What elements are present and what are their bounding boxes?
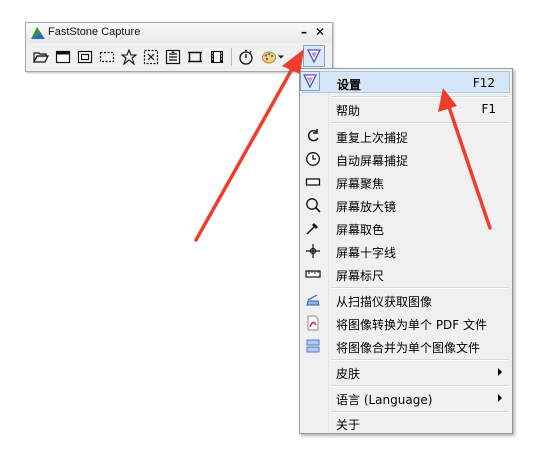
magnifier-icon: [305, 197, 321, 213]
menu-item-label: 屏幕聚焦: [336, 177, 385, 191]
menu-item-combine-images[interactable]: 将图像合并为单个图像文件: [302, 335, 510, 357]
capture-scrolling-window-icon: [165, 49, 181, 65]
toolbar-separator: [231, 48, 232, 66]
menu-item-label: 重复上次捕捉: [336, 131, 409, 145]
capture-active-window-button[interactable]: [52, 46, 74, 68]
combine-icon: [305, 338, 321, 354]
open-folder-button[interactable]: [30, 46, 52, 68]
title-bar[interactable]: FastStone Capture – ✕: [26, 23, 332, 43]
submenu-arrow-icon: [498, 368, 502, 376]
menu-item-screen-ruler[interactable]: 屏幕标尺: [302, 263, 510, 285]
menu-item-shortcut: F1: [481, 102, 496, 116]
menu-item-color-picker[interactable]: 屏幕取色: [302, 217, 510, 239]
settings-menu-button[interactable]: [303, 45, 325, 67]
menu-item-auto-capture[interactable]: 自动屏幕捕捉: [302, 148, 510, 170]
menu-item-label: 将图像转换为单个 PDF 文件: [336, 318, 488, 332]
settings-context-menu: 设置 F12 帮助 F1 重复上次捕捉 自动屏幕捕捉 屏幕聚焦 屏幕放大镜 屏幕…: [299, 68, 513, 434]
output-palette-icon: [261, 51, 276, 64]
menu-item-label: 将图像合并为单个图像文件: [336, 341, 481, 355]
chevron-down-icon: [277, 55, 284, 59]
capture-fixed-region-icon: [188, 51, 202, 63]
capture-window-object-icon: [77, 50, 93, 64]
capture-rectangle-icon: [99, 51, 115, 63]
menu-item-screen-magnifier[interactable]: 屏幕放大镜: [302, 194, 510, 216]
screen-recorder-icon: [211, 51, 223, 63]
capture-active-window-icon: [55, 50, 71, 64]
clock-icon: [305, 151, 321, 167]
screen-recorder-button[interactable]: [206, 46, 228, 68]
capture-freehand-icon: [121, 49, 137, 65]
menu-item-label: 设置: [337, 78, 362, 92]
window-title: FastStone Capture: [48, 26, 141, 38]
faststone-toolbar-window: FastStone Capture – ✕: [25, 22, 333, 72]
delay-timer-icon: [239, 49, 253, 65]
capture-fullscreen-icon: [143, 49, 159, 65]
pdf-icon: [305, 315, 321, 331]
capture-freehand-button[interactable]: [118, 46, 140, 68]
menu-item-repeat-last-capture[interactable]: 重复上次捕捉: [302, 125, 510, 147]
capture-rectangle-button[interactable]: [96, 46, 118, 68]
menu-item-screen-focus[interactable]: 屏幕聚焦: [302, 171, 510, 193]
repeat-icon: [305, 128, 321, 144]
capture-toolbar: [30, 45, 330, 68]
crosshair-icon: [305, 243, 321, 259]
eyedropper-icon: [305, 220, 321, 236]
submenu-arrow-icon: [498, 394, 502, 402]
minimize-button[interactable]: –: [297, 25, 311, 40]
menu-item-settings[interactable]: 设置 F12: [302, 71, 510, 93]
settings-icon: [302, 74, 318, 89]
open-folder-icon: [33, 52, 49, 63]
arrow-to-toolbar-button: [194, 49, 304, 242]
capture-scrolling-window-button[interactable]: [162, 46, 184, 68]
faststone-logo-icon: [31, 27, 45, 39]
menu-item-label: 关于: [336, 418, 361, 432]
scanner-icon: [305, 292, 321, 308]
menu-item-about[interactable]: 关于: [302, 412, 510, 434]
menu-item-skin[interactable]: 皮肤: [302, 361, 510, 383]
settings-menu-anchor-button[interactable]: [300, 71, 320, 91]
menu-separator: [331, 122, 509, 124]
menu-item-label: 自动屏幕捕捉: [336, 154, 409, 168]
menu-item-label: 皮肤: [336, 367, 361, 381]
menu-item-crosshair[interactable]: 屏幕十字线: [302, 240, 510, 262]
menu-item-language[interactable]: 语言 (Language): [302, 387, 510, 409]
menu-item-label: 屏幕放大镜: [336, 200, 397, 214]
menu-item-label: 从扫描仪获取图像: [336, 295, 433, 309]
menu-item-convert-to-pdf[interactable]: 将图像转换为单个 PDF 文件: [302, 312, 510, 334]
menu-item-label: 屏幕十字线: [336, 246, 397, 260]
menu-item-help[interactable]: 帮助 F1: [302, 98, 510, 120]
close-button[interactable]: ✕: [313, 25, 327, 40]
menu-item-label: 帮助: [336, 104, 361, 118]
menu-item-shortcut: F12: [472, 76, 495, 90]
capture-fullscreen-button[interactable]: [140, 46, 162, 68]
capture-fixed-region-button[interactable]: [184, 46, 206, 68]
menu-item-label: 屏幕取色: [336, 223, 385, 237]
delay-timer-button[interactable]: [235, 46, 257, 68]
menu-item-label: 屏幕标尺: [336, 269, 385, 283]
settings-menu-icon: [306, 49, 322, 64]
focus-rect-icon: [305, 174, 321, 190]
menu-item-label: 语言 (Language): [336, 393, 433, 407]
menu-item-acquire-from-scanner[interactable]: 从扫描仪获取图像: [302, 289, 510, 311]
ruler-icon: [305, 266, 321, 282]
output-palette-button[interactable]: [257, 46, 287, 68]
capture-window-object-button[interactable]: [74, 46, 96, 68]
